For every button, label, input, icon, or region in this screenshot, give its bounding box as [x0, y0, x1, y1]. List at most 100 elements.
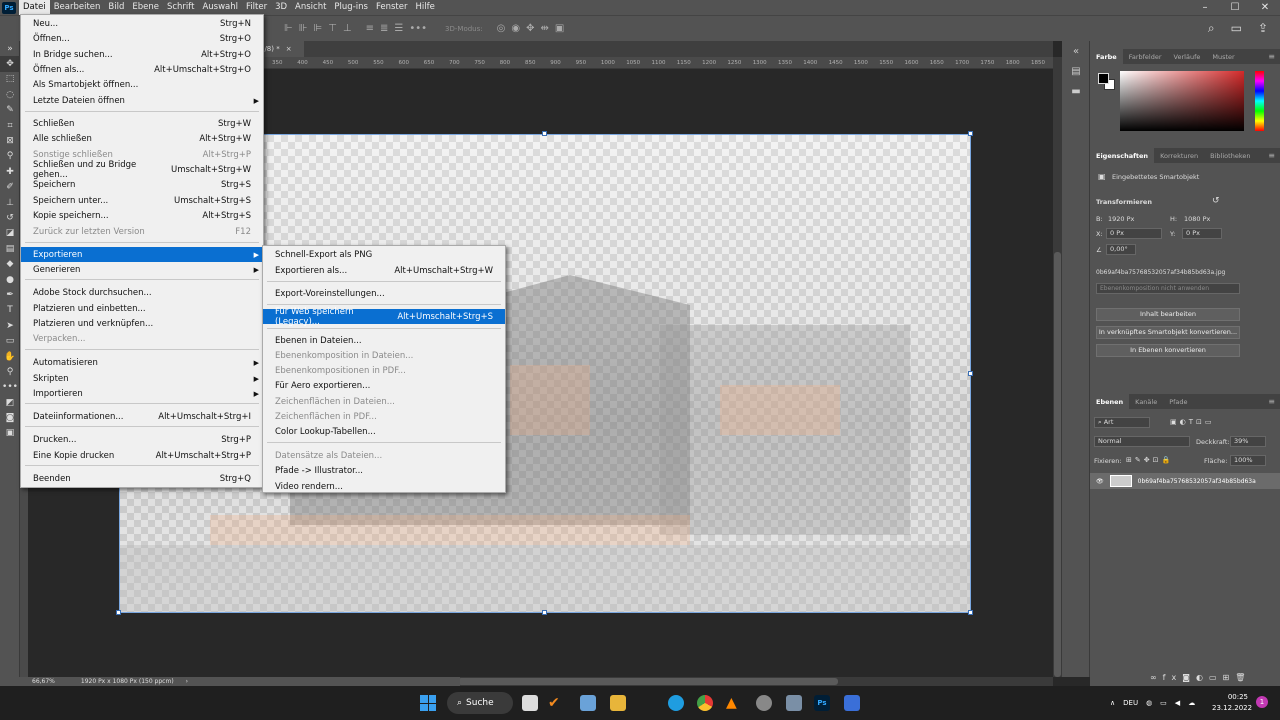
tab-eigenschaften[interactable]: Eigenschaften: [1090, 148, 1155, 163]
menu-ansicht[interactable]: Ansicht: [291, 0, 330, 15]
blend-mode-select[interactable]: Normal: [1094, 436, 1190, 447]
trash-icon[interactable]: 🗑: [1235, 673, 1251, 682]
language-indicator[interactable]: DEU: [1123, 699, 1138, 707]
export-menu-item[interactable]: Ebenen in Dateien...: [263, 333, 505, 348]
file-menu-item[interactable]: Letzte Dateien öffnen ▶: [21, 93, 263, 108]
windows-start-icon[interactable]: [420, 695, 436, 711]
export-menu-item[interactable]: Color Lookup-Tabellen...: [263, 424, 505, 439]
layer-comp-select[interactable]: Ebenenkomposition nicht anwenden: [1096, 283, 1240, 294]
minimize-button[interactable]: –: [1190, 2, 1220, 13]
eyedropper-tool-icon[interactable]: ⚲: [0, 149, 20, 164]
collapse-icon[interactable]: «: [1062, 41, 1090, 61]
tab-kanaele[interactable]: Kanäle: [1129, 394, 1163, 409]
dodge-tool-icon[interactable]: ●: [0, 272, 20, 287]
file-menu-item[interactable]: Dateiinformationen... Alt+Umschalt+Strg+I: [21, 409, 263, 424]
eye-icon[interactable]: 👁: [1096, 478, 1104, 485]
brush-tool-icon[interactable]: ✐: [0, 180, 20, 195]
angle-input[interactable]: 0,00°: [1106, 244, 1136, 255]
align-top-icon[interactable]: ⊤: [328, 23, 337, 34]
menu-hilfe[interactable]: Hilfe: [411, 0, 438, 15]
eraser-tool-icon[interactable]: ◪: [0, 226, 20, 241]
remote-app-icon[interactable]: [786, 695, 802, 711]
stamp-tool-icon[interactable]: ⊥: [0, 195, 20, 210]
lasso-tool-icon[interactable]: ◌: [0, 87, 20, 102]
marquee-tool-icon[interactable]: ⬚: [0, 72, 20, 87]
file-menu-item[interactable]: Eine Kopie drucken Alt+Umschalt+Strg+P: [21, 448, 263, 463]
scrollbar-thumb[interactable]: [1054, 252, 1061, 677]
file-menu-item[interactable]: Automatisieren ▶: [21, 355, 263, 370]
search-icon[interactable]: ⌕: [1208, 21, 1215, 36]
tab-ebenen[interactable]: Ebenen: [1090, 394, 1130, 409]
menu-ebene[interactable]: Ebene: [128, 0, 163, 15]
file-menu-item[interactable]: Kopie speichern... Alt+Strg+S: [21, 208, 263, 223]
align-left-icon[interactable]: ⊩: [284, 23, 293, 34]
close-tab-icon[interactable]: ×: [286, 45, 292, 53]
export-menu-item[interactable]: Exportieren als... Alt+Umschalt+Strg+W: [263, 263, 505, 278]
workspace-icon[interactable]: ▭: [1231, 21, 1242, 36]
task-view-icon[interactable]: [522, 695, 538, 711]
healing-brush-tool-icon[interactable]: ✚: [0, 164, 20, 179]
3d-pan-icon[interactable]: ✥: [526, 23, 534, 34]
transform-handle[interactable]: [968, 610, 973, 615]
photos-app-icon[interactable]: [580, 695, 596, 711]
photoshop-taskbar-icon[interactable]: Ps: [814, 695, 830, 711]
chrome-icon[interactable]: [697, 695, 713, 711]
shape-tool-icon[interactable]: ▭: [0, 333, 20, 348]
transform-handle[interactable]: [968, 131, 973, 136]
check-app-icon[interactable]: ✔: [548, 695, 564, 711]
file-menu-item[interactable]: Öffnen... Strg+O: [21, 31, 263, 46]
history-icon[interactable]: ▤: [1062, 61, 1090, 81]
file-menu-item[interactable]: Neu... Strg+N: [21, 16, 263, 31]
menu-bild[interactable]: Bild: [104, 0, 128, 15]
convert-linked-button[interactable]: In verknüpftes Smartobjekt konvertieren.…: [1096, 326, 1240, 339]
foreground-color-swatch[interactable]: [1098, 73, 1109, 84]
file-menu-item[interactable]: Speichern unter... Umschalt+Strg+S: [21, 193, 263, 208]
transform-handle[interactable]: [542, 610, 547, 615]
settings-gear-icon[interactable]: [756, 695, 772, 711]
panel-menu-icon[interactable]: ≡: [1263, 148, 1280, 163]
taskbar-clock[interactable]: 00:25 23.12.2022: [1212, 692, 1252, 714]
move-tool-icon[interactable]: ✥: [0, 56, 20, 72]
x-position-input[interactable]: 0 Px: [1106, 228, 1162, 239]
3d-slide-icon[interactable]: ⇹: [540, 23, 548, 34]
adjustment-icon[interactable]: ◐: [1196, 673, 1209, 682]
export-menu-item[interactable]: Für Web speichern (Legacy)... Alt+Umschal…: [263, 307, 505, 327]
file-menu-item[interactable]: Schließen Strg+W: [21, 116, 263, 131]
export-menu-item[interactable]: Für Aero exportieren...: [263, 378, 505, 393]
maximize-button[interactable]: ☐: [1220, 2, 1250, 13]
3d-orbit-icon[interactable]: ◎: [497, 23, 506, 34]
hand-tool-icon[interactable]: ✋: [0, 349, 20, 364]
link-icon[interactable]: ∞: [1150, 673, 1163, 682]
file-menu-item[interactable]: Importieren ▶: [21, 386, 263, 401]
type-tool-icon[interactable]: T: [0, 303, 20, 318]
fx-icon[interactable]: fx: [1163, 673, 1183, 682]
tab-muster[interactable]: Muster: [1206, 49, 1240, 64]
align-center-icon[interactable]: ⊪: [299, 23, 308, 34]
cloud-icon[interactable]: ☁: [1188, 699, 1195, 707]
file-menu-item[interactable]: Generieren ▶: [21, 262, 263, 277]
file-menu-item[interactable]: Platzieren und verknüpfen...: [21, 316, 263, 331]
transform-handle[interactable]: [542, 131, 547, 136]
menu-datei[interactable]: Datei: [19, 0, 50, 15]
history-brush-tool-icon[interactable]: ↺: [0, 210, 20, 225]
height-value[interactable]: 1080 Px: [1184, 215, 1210, 223]
pen-tool-icon[interactable]: ✒: [0, 287, 20, 302]
screen-mode-icon[interactable]: ▣: [0, 426, 20, 441]
quick-mask-icon[interactable]: ◙: [0, 410, 20, 425]
width-value[interactable]: 1920 Px: [1108, 215, 1134, 223]
document-tab[interactable]: 3/8) * ×: [258, 41, 304, 57]
path-select-tool-icon[interactable]: ➤: [0, 318, 20, 333]
tab-farbe[interactable]: Farbe: [1090, 49, 1123, 64]
file-menu-item[interactable]: Speichern Strg+S: [21, 177, 263, 192]
new-layer-icon[interactable]: ⊞: [1223, 673, 1236, 682]
transform-handle[interactable]: [116, 610, 121, 615]
color-swatches-icon[interactable]: ◩: [0, 395, 20, 410]
3d-scale-icon[interactable]: ▣: [555, 23, 564, 34]
scrollbar-thumb[interactable]: [458, 678, 838, 685]
volume-icon[interactable]: ◀: [1175, 699, 1180, 707]
menu-3d[interactable]: 3D: [271, 0, 291, 15]
menu-plugins[interactable]: Plug-ins: [330, 0, 372, 15]
app-icon[interactable]: [844, 695, 860, 711]
vlc-icon[interactable]: ▲: [726, 695, 742, 711]
crop-tool-icon[interactable]: ⌗: [0, 118, 20, 133]
